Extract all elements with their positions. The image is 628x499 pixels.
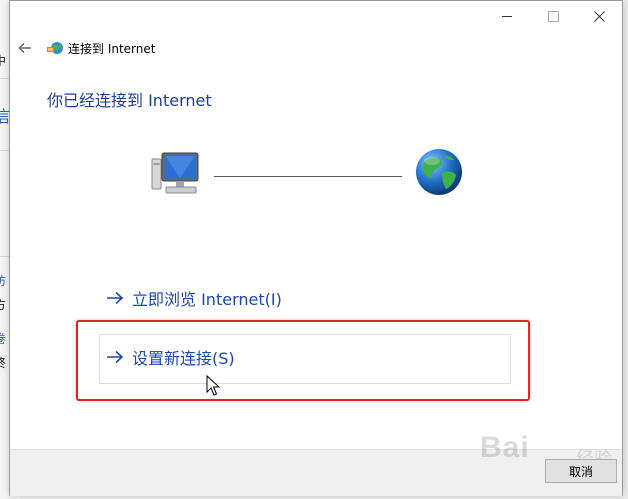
- close-icon: [593, 10, 605, 22]
- setup-new-connection-link[interactable]: 设置新连接(S): [106, 345, 235, 369]
- connection-line: [214, 176, 402, 177]
- browse-internet-label: 立即浏览 Internet(I): [132, 290, 282, 309]
- close-button[interactable]: [576, 1, 622, 31]
- watermark-logo: Bai: [480, 431, 530, 464]
- network-wizard-icon: [47, 42, 63, 54]
- computer-icon: [151, 152, 199, 194]
- maximize-button[interactable]: [530, 1, 576, 31]
- globe-icon: [416, 149, 462, 195]
- background-text: 访: [0, 274, 7, 288]
- minimize-button[interactable]: [484, 1, 530, 31]
- background-text: 中: [0, 54, 7, 68]
- page-title: 你已经连接到 Internet: [47, 91, 212, 110]
- back-button[interactable]: [16, 39, 34, 57]
- maximize-icon: [547, 10, 559, 22]
- mouse-cursor-icon: [206, 375, 220, 396]
- minimize-icon: [502, 15, 512, 17]
- browse-internet-link[interactable]: 立即浏览 Internet(I): [106, 286, 282, 310]
- dialog-title: 连接到 Internet: [68, 41, 156, 56]
- background-text: 方: [0, 298, 7, 312]
- back-arrow-icon: [18, 43, 31, 53]
- dialog-footer: [10, 449, 622, 496]
- setup-new-connection-label: 设置新连接(S): [132, 349, 235, 368]
- cancel-button[interactable]: 取消: [545, 459, 617, 483]
- background-text: 终: [0, 356, 7, 370]
- arrow-right-icon: [107, 350, 124, 364]
- connect-to-internet-dialog: 连接到 Internet 你已经连接到 Internet 立即浏览 Intern…: [9, 0, 623, 496]
- arrow-right-icon: [107, 291, 124, 305]
- dialog-header: 连接到 Internet: [16, 37, 155, 59]
- background-text: 卷: [0, 332, 7, 346]
- connection-diagram: [150, 145, 470, 205]
